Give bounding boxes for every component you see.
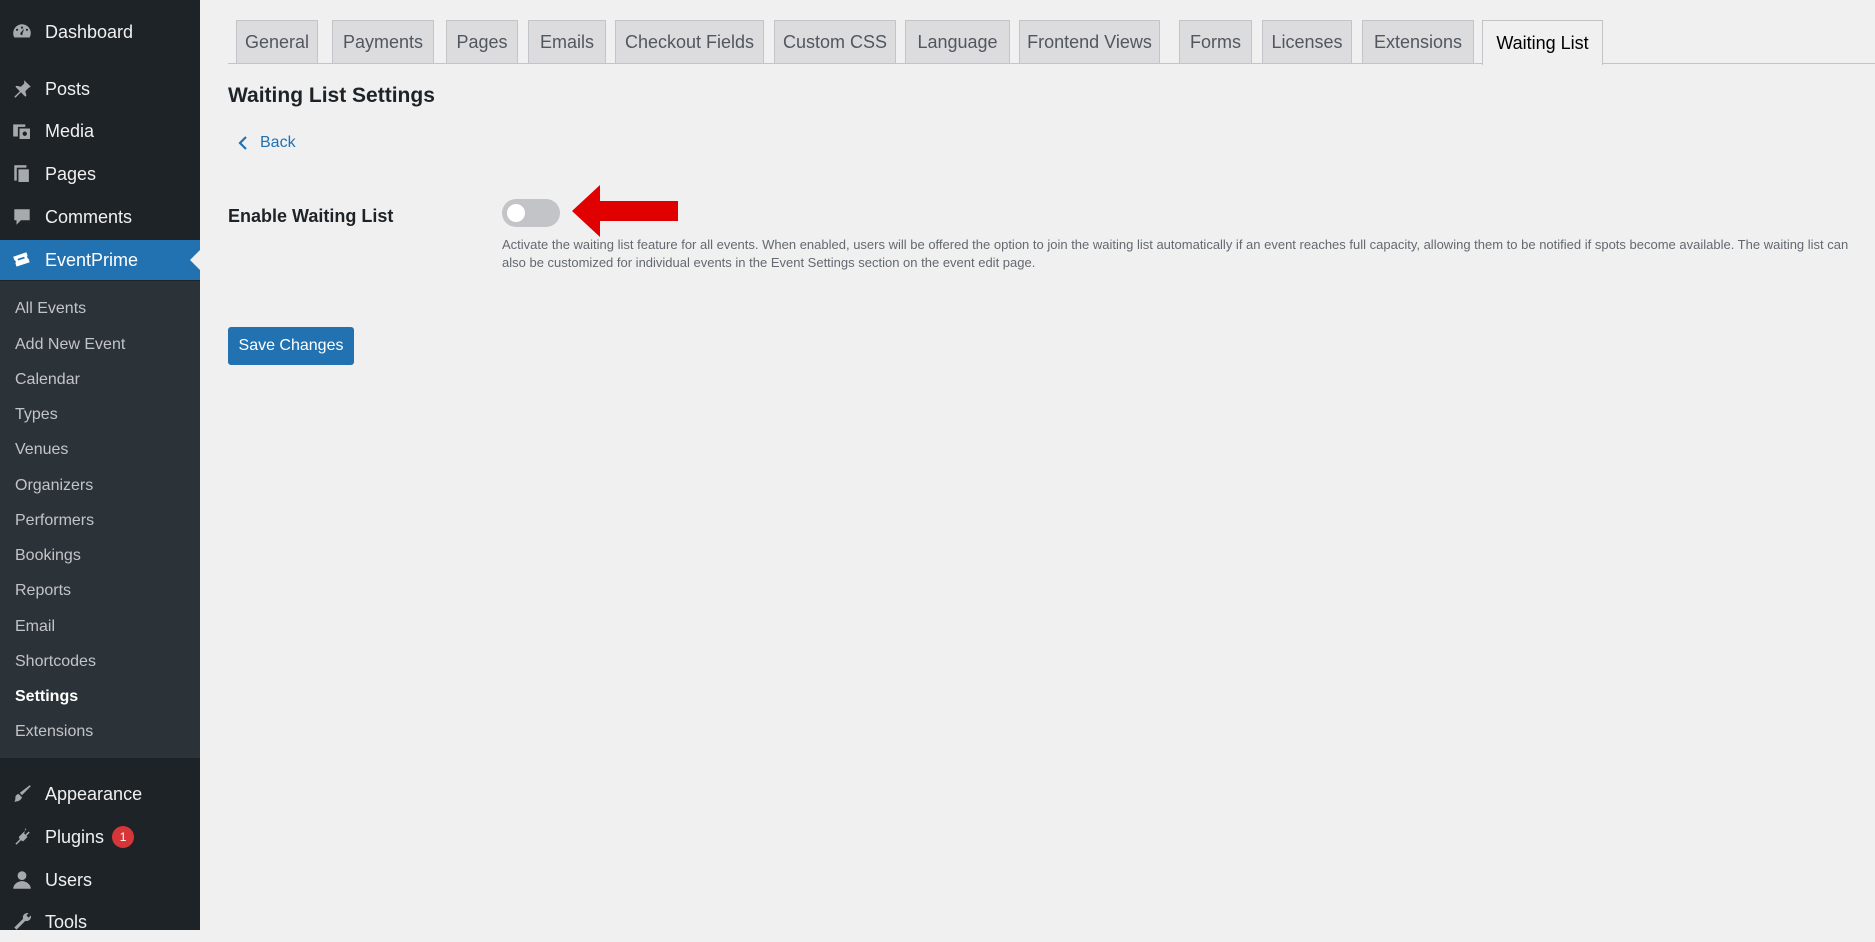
tickets-icon	[11, 249, 33, 271]
tab-pages[interactable]: Pages	[446, 20, 518, 63]
comment-icon	[11, 206, 33, 228]
submenu-add-new-event[interactable]: Add New Event	[15, 335, 125, 355]
tab-extensions[interactable]: Extensions	[1362, 20, 1474, 63]
enable-waiting-list-label: Enable Waiting List	[228, 206, 394, 226]
tab-forms[interactable]: Forms	[1179, 20, 1252, 63]
tab-waiting-list[interactable]: Waiting List	[1482, 20, 1603, 65]
menu-item-pages[interactable]: Pages	[0, 154, 200, 194]
submenu-types[interactable]: Types	[15, 405, 58, 425]
menu-item-appearance[interactable]: Appearance	[0, 774, 200, 814]
plugins-update-badge: 1	[112, 826, 135, 848]
menu-label-tools: Tools	[45, 911, 88, 932]
menu-item-comments[interactable]: Comments	[0, 197, 200, 237]
save-changes-button[interactable]: Save Changes	[228, 327, 354, 365]
submenu-calendar[interactable]: Calendar	[15, 370, 80, 390]
tab-custom-css[interactable]: Custom CSS	[774, 20, 896, 63]
tab-licenses[interactable]: Licenses	[1262, 20, 1352, 63]
admin-sidebar: Dashboard Posts Media Pages Comments Eve…	[0, 0, 200, 932]
tab-general[interactable]: General	[236, 20, 318, 63]
tab-payments[interactable]: Payments	[332, 20, 434, 63]
back-link[interactable]: Back	[236, 134, 296, 152]
tab-language[interactable]: Language	[905, 20, 1010, 63]
menu-label-media: Media	[45, 120, 95, 141]
menu-label-posts: Posts	[45, 78, 91, 99]
menu-label-plugins: Plugins	[45, 826, 105, 847]
submenu-email[interactable]: Email	[15, 617, 55, 637]
media-icon	[11, 120, 33, 142]
enable-waiting-list-toggle[interactable]	[502, 199, 560, 227]
menu-label-appearance: Appearance	[45, 783, 143, 804]
enable-waiting-list-description: Activate the waiting list feature for al…	[502, 237, 1849, 270]
submenu-shortcodes[interactable]: Shortcodes	[15, 652, 96, 672]
back-label: Back	[260, 134, 296, 151]
pages-icon	[11, 163, 33, 185]
page-title: Waiting List Settings	[228, 84, 435, 107]
menu-item-tools[interactable]: Tools	[0, 902, 200, 942]
submenu-settings[interactable]: Settings	[15, 687, 78, 707]
menu-label-pages: Pages	[45, 163, 97, 184]
menu-item-media[interactable]: Media	[0, 111, 200, 151]
submenu-venues[interactable]: Venues	[15, 440, 68, 460]
settings-tab-bar: General Payments Pages Emails Checkout F…	[228, 18, 1875, 65]
user-icon	[11, 869, 33, 891]
menu-label-comments: Comments	[45, 206, 133, 227]
menu-item-posts[interactable]: Posts	[0, 69, 200, 109]
menu-label-dashboard: Dashboard	[45, 21, 134, 42]
submenu-bookings[interactable]: Bookings	[15, 546, 81, 566]
plugin-icon	[11, 826, 33, 848]
pin-icon	[11, 78, 33, 100]
submenu-all-events[interactable]: All Events	[15, 299, 86, 319]
dashboard-icon	[11, 21, 33, 43]
menu-item-users[interactable]: Users	[0, 860, 200, 900]
menu-label-users: Users	[45, 869, 93, 890]
brush-icon	[11, 783, 33, 805]
tab-emails[interactable]: Emails	[528, 20, 606, 63]
menu-label-eventprime: EventPrime	[45, 249, 139, 270]
submenu-extensions[interactable]: Extensions	[15, 722, 93, 742]
eventprime-submenu: All Events Add New Event Calendar Types …	[0, 281, 200, 758]
menu-item-plugins[interactable]: Plugins 1	[0, 817, 200, 857]
tab-frontend-views[interactable]: Frontend Views	[1019, 20, 1160, 63]
tab-checkout-fields[interactable]: Checkout Fields	[615, 20, 764, 63]
toggle-knob	[507, 204, 525, 222]
chevron-left-icon	[238, 136, 247, 150]
submenu-reports[interactable]: Reports	[15, 581, 71, 601]
submenu-organizers[interactable]: Organizers	[15, 476, 93, 496]
menu-item-eventprime[interactable]: EventPrime	[0, 240, 200, 280]
submenu-performers[interactable]: Performers	[15, 511, 94, 531]
red-arrow-annotation-icon	[572, 185, 678, 237]
menu-item-dashboard[interactable]: Dashboard	[0, 12, 200, 52]
